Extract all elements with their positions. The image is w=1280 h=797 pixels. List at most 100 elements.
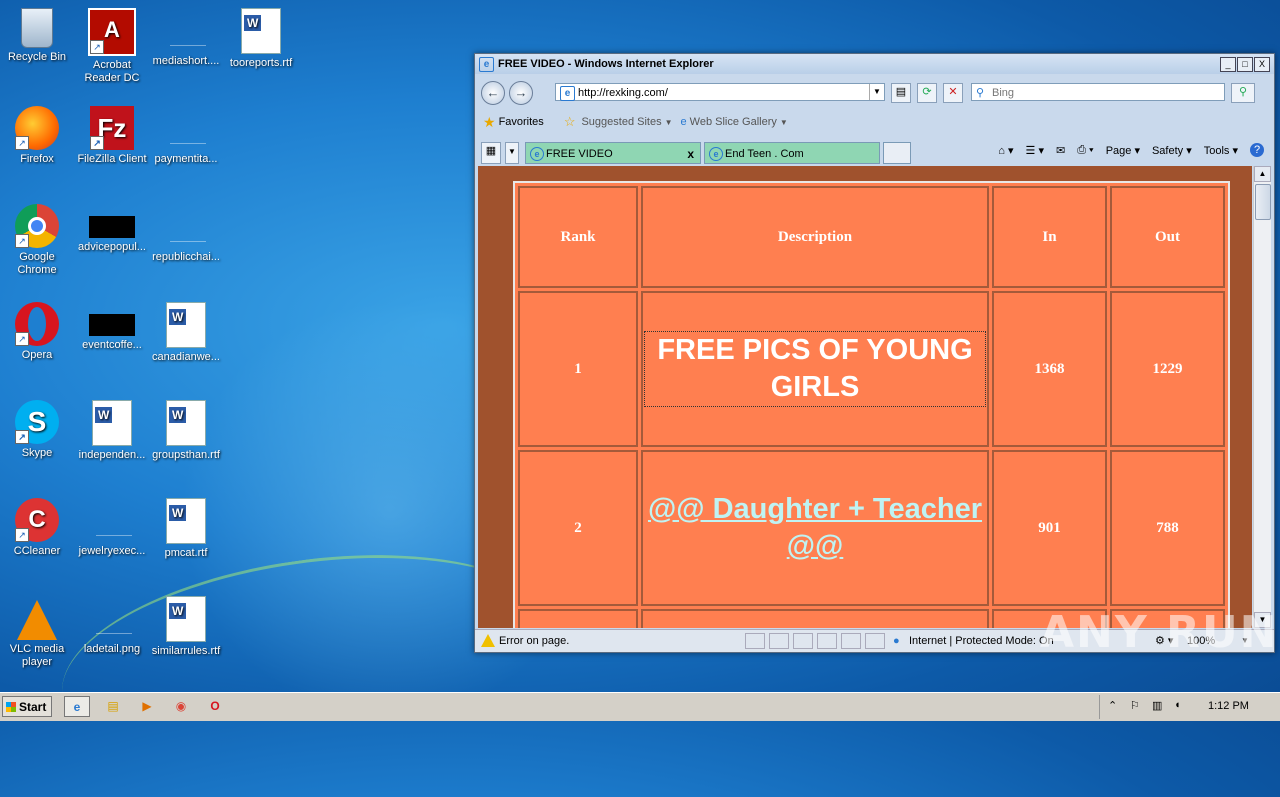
- desktop-icon-label: Google Chrome: [17, 251, 57, 276]
- file-icon: [164, 204, 208, 248]
- desktop-icon-label: similarrules.rtf: [151, 645, 221, 657]
- clock[interactable]: 1:12 PM: [1208, 700, 1249, 712]
- warning-icon[interactable]: [481, 634, 495, 647]
- status-message[interactable]: Error on page.: [499, 630, 569, 652]
- desktop-icon-eventcoffe[interactable]: eventcoffe...: [75, 302, 149, 352]
- help-icon[interactable]: ?: [1250, 143, 1264, 157]
- add-favorite-icon: ☆: [563, 114, 576, 129]
- desktop-icon-advicepopul[interactable]: advicepopul...: [75, 204, 149, 254]
- desktop-icon-label: Acrobat Reader DC: [84, 59, 140, 84]
- command-bar: ⌂ ▾ ☰ ▾ ✉ ⎙ ▾ Page ▾ Safety ▾ Tools ▾ ?: [998, 143, 1264, 157]
- vlc-icon: [17, 600, 57, 640]
- desktop-icon-firefox[interactable]: ↗ Firefox: [0, 106, 74, 166]
- desktop-icon-chrome[interactable]: ↗ Google Chrome: [0, 204, 74, 277]
- flag-icon[interactable]: ⚐: [1130, 699, 1140, 712]
- start-button[interactable]: Start: [2, 696, 52, 717]
- print-icon[interactable]: ⎙ ▾: [1077, 144, 1093, 157]
- desktop-icon-opera[interactable]: ↗ Opera: [0, 302, 74, 362]
- mail-icon[interactable]: ✉: [1056, 144, 1065, 157]
- suggested-sites[interactable]: ☆ Suggested Sites ▼: [564, 114, 673, 130]
- home-icon[interactable]: ⌂ ▾: [998, 144, 1013, 157]
- tab-end-teen[interactable]: e End Teen . Com: [704, 142, 880, 164]
- tab-free-video[interactable]: e FREE VIDEO x: [525, 142, 701, 164]
- taskbar-opera-icon[interactable]: O: [202, 696, 228, 717]
- chevron-down-icon: ▼: [664, 117, 673, 127]
- tray-expand-icon[interactable]: ⌃: [1108, 699, 1117, 712]
- favorites-button[interactable]: ★ Favorites: [483, 114, 544, 131]
- cell-in: 1368: [992, 291, 1107, 447]
- address-text: http://rexking.com/: [578, 87, 668, 99]
- security-zone[interactable]: Internet | Protected Mode: On: [909, 630, 1054, 652]
- word-doc-icon: W: [166, 400, 206, 446]
- desktop-icon-skype[interactable]: S ↗ Skype: [0, 400, 74, 460]
- taskbar-ie-icon[interactable]: e: [64, 696, 90, 717]
- minimize-button[interactable]: _: [1220, 57, 1236, 72]
- taskbar-chrome-icon[interactable]: ◉: [168, 696, 194, 717]
- desktop-icon-paymentita[interactable]: paymentita...: [149, 106, 223, 166]
- tab-list-icon[interactable]: ▼: [505, 142, 519, 164]
- word-doc-icon: W: [166, 596, 206, 642]
- desktop-icon-recycle-bin[interactable]: Recycle Bin: [0, 8, 74, 64]
- desktop-icon-jewelryexec[interactable]: jewelryexec...: [75, 498, 149, 558]
- title-bar[interactable]: e FREE VIDEO - Windows Internet Explorer…: [475, 54, 1274, 74]
- desktop-icon-filezilla[interactable]: Fz ↗ FileZilla Client: [75, 106, 149, 166]
- file-icon: [164, 8, 208, 52]
- search-button[interactable]: ⚲: [1231, 83, 1255, 103]
- desktop-icon-tooreports[interactable]: W tooreports.rtf: [224, 8, 298, 70]
- forward-button[interactable]: →: [509, 81, 533, 105]
- suggested-sites-label: Suggested Sites: [581, 116, 662, 128]
- safety-menu[interactable]: Safety ▾: [1152, 144, 1192, 157]
- vertical-scrollbar[interactable]: ▲ ▼: [1253, 166, 1271, 628]
- address-dropdown-icon[interactable]: ▼: [869, 84, 884, 100]
- feeds-icon[interactable]: ☰ ▾: [1026, 144, 1044, 157]
- acrobat-icon: A ↗: [88, 8, 136, 56]
- taskbar-media-player-icon[interactable]: ▶: [134, 696, 160, 717]
- web-slice-label: Web Slice Gallery: [689, 116, 777, 128]
- address-bar[interactable]: e http://rexking.com/ ▼: [555, 83, 885, 101]
- search-input[interactable]: ⚲ Bing: [971, 83, 1225, 101]
- desktop-icon-groupsthan[interactable]: W groupsthan.rtf: [149, 400, 223, 462]
- desktop-icon-label: VLC media player: [9, 643, 65, 668]
- volume-icon[interactable]: ◖: [1174, 699, 1181, 711]
- tab-close-icon[interactable]: x: [687, 143, 694, 165]
- cell-out: 1229: [1110, 291, 1225, 447]
- globe-icon: ●: [893, 635, 900, 647]
- web-slice-gallery[interactable]: e Web Slice Gallery ▼: [681, 116, 788, 128]
- desktop-icon-independen[interactable]: W independen...: [75, 400, 149, 462]
- maximize-button[interactable]: □: [1237, 57, 1253, 72]
- desktop-icon-label: independen...: [78, 449, 146, 461]
- desktop-icon-republicchai[interactable]: republicchai...: [149, 204, 223, 264]
- site-link[interactable]: @@ Daughter + Teacher @@: [644, 491, 986, 565]
- tools-menu[interactable]: Tools ▾: [1204, 144, 1238, 157]
- taskbar-explorer-icon[interactable]: ▤: [100, 696, 126, 717]
- desktop-icon-mediashort[interactable]: mediashort....: [149, 8, 223, 68]
- scroll-thumb[interactable]: [1255, 184, 1271, 220]
- window-title: FREE VIDEO - Windows Internet Explorer: [498, 58, 714, 70]
- status-segment: [865, 633, 885, 649]
- close-button[interactable]: X: [1254, 57, 1270, 72]
- quick-tabs-icon[interactable]: ▦: [481, 142, 501, 164]
- new-tab-button[interactable]: [883, 142, 911, 164]
- stop-icon[interactable]: ✕: [943, 83, 963, 103]
- network-icon[interactable]: ▥: [1152, 699, 1162, 712]
- table-row: 1 FREE PICS OF YOUNG GIRLS 1368 1229: [518, 291, 1225, 447]
- desktop-icon-canadianwe[interactable]: W canadianwe...: [149, 302, 223, 364]
- desktop-icon-ccleaner[interactable]: C ↗ CCleaner: [0, 498, 74, 558]
- ie-page-icon: e: [560, 86, 575, 101]
- site-link[interactable]: FREE PICS OF YOUNG GIRLS: [644, 331, 986, 407]
- desktop-icon-label: canadianwe...: [152, 351, 220, 363]
- desktop-icon-label: advicepopul...: [78, 241, 146, 253]
- desktop-icon-pmcat[interactable]: W pmcat.rtf: [149, 498, 223, 560]
- desktop-icon-label: Firefox: [20, 153, 54, 165]
- refresh-icon[interactable]: ⟳: [917, 83, 937, 103]
- header-in: In: [992, 186, 1107, 288]
- desktop-icon-similarrules[interactable]: W similarrules.rtf: [149, 596, 223, 658]
- desktop-icon-vlc[interactable]: VLC media player: [0, 596, 74, 669]
- desktop-icon-ladetail[interactable]: ladetail.png: [75, 596, 149, 656]
- favorites-bar: ★ Favorites ☆ Suggested Sites ▼ e Web Sl…: [475, 109, 1274, 135]
- back-button[interactable]: ←: [481, 81, 505, 105]
- compatibility-icon[interactable]: ▤: [891, 83, 911, 103]
- scroll-up-icon[interactable]: ▲: [1254, 166, 1271, 182]
- page-menu[interactable]: Page ▾: [1106, 144, 1140, 157]
- desktop-icon-acrobat[interactable]: A ↗ Acrobat Reader DC: [75, 8, 149, 85]
